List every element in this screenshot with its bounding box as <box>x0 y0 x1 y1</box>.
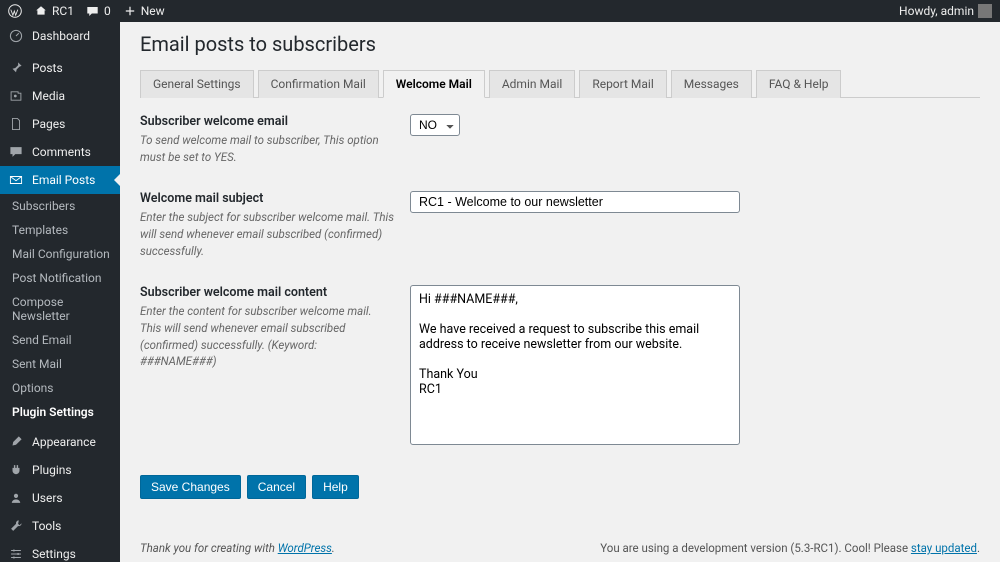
sidebar-item-dashboard[interactable]: Dashboard <box>0 22 120 50</box>
media-icon <box>8 88 24 104</box>
tab-faq[interactable]: FAQ & Help <box>756 70 842 98</box>
sidebar-item-posts[interactable]: Posts <box>0 54 120 82</box>
sidebar-item-appearance[interactable]: Appearance <box>0 428 120 456</box>
sliders-icon <box>8 546 24 562</box>
sidebar-sub-options[interactable]: Options <box>0 376 120 400</box>
footer: Thank you for creating with WordPress. Y… <box>140 529 980 562</box>
dashboard-icon <box>8 28 24 44</box>
sidebar-item-label: Settings <box>32 547 76 561</box>
sidebar-sub-compose[interactable]: Compose Newsletter <box>0 290 120 328</box>
sidebar-sub-templates[interactable]: Templates <box>0 218 120 242</box>
sidebar-item-label: Users <box>32 491 63 505</box>
welcome-enable-select[interactable]: NO <box>410 114 460 136</box>
help-button[interactable]: Help <box>312 475 359 499</box>
sidebar-item-plugins[interactable]: Plugins <box>0 456 120 484</box>
comments-count-label: 0 <box>104 4 111 18</box>
admin-bar: RC1 0 New Howdy, admin <box>0 0 1000 22</box>
new-content[interactable]: New <box>123 4 165 18</box>
new-content-label: New <box>141 4 165 18</box>
sidebar-sub-postnotif[interactable]: Post Notification <box>0 266 120 290</box>
avatar <box>978 4 992 18</box>
content-help: Enter the content for subscriber welcome… <box>140 303 394 370</box>
sidebar-item-label: Posts <box>32 61 63 75</box>
save-button[interactable]: Save Changes <box>140 475 241 499</box>
page-icon <box>8 116 24 132</box>
wordpress-link[interactable]: WordPress <box>278 541 332 555</box>
sidebar-item-settings[interactable]: Settings <box>0 540 120 562</box>
stay-updated-link[interactable]: stay updated <box>911 541 977 555</box>
sidebar-sub-sentmail[interactable]: Sent Mail <box>0 352 120 376</box>
welcome-enable-label: Subscriber welcome email <box>140 114 394 129</box>
content-textarea[interactable]: Hi ###NAME###, We have received a reques… <box>410 285 740 445</box>
sidebar-item-pages[interactable]: Pages <box>0 110 120 138</box>
page-title: Email posts to subscribers <box>140 32 980 56</box>
sidebar-item-label: Appearance <box>32 435 96 449</box>
cancel-button[interactable]: Cancel <box>247 475 306 499</box>
sidebar-item-label: Plugins <box>32 463 72 477</box>
footer-thanks: Thank you for creating with WordPress. <box>140 541 335 555</box>
plug-icon <box>8 462 24 478</box>
subject-input[interactable] <box>410 191 740 213</box>
pin-icon <box>8 60 24 76</box>
subject-help: Enter the subject for subscriber welcome… <box>140 209 394 259</box>
tab-report[interactable]: Report Mail <box>579 70 666 98</box>
sidebar-item-tools[interactable]: Tools <box>0 512 120 540</box>
wordpress-icon <box>8 4 22 18</box>
tab-general[interactable]: General Settings <box>140 70 254 98</box>
sidebar-item-label: Email Posts <box>32 173 95 187</box>
tab-admin[interactable]: Admin Mail <box>489 70 575 98</box>
user-icon <box>8 490 24 506</box>
tabs: General Settings Confirmation Mail Welco… <box>140 70 980 98</box>
user-greeting-label: Howdy, admin <box>899 4 974 18</box>
footer-version: You are using a development version (5.3… <box>600 541 980 555</box>
content-label: Subscriber welcome mail content <box>140 285 394 300</box>
sidebar-sub-subscribers[interactable]: Subscribers <box>0 194 120 218</box>
welcome-enable-help: To send welcome mail to subscriber, This… <box>140 132 394 165</box>
sidebar-item-media[interactable]: Media <box>0 82 120 110</box>
tab-welcome[interactable]: Welcome Mail <box>383 70 485 98</box>
wrench-icon <box>8 518 24 534</box>
sidebar-item-label: Tools <box>32 519 61 533</box>
sidebar-item-label: Dashboard <box>32 29 90 43</box>
sidebar-item-emailposts[interactable]: Email Posts <box>0 166 120 194</box>
comment-icon <box>8 144 24 160</box>
comment-icon <box>86 4 100 18</box>
site-name[interactable]: RC1 <box>34 4 74 18</box>
wp-logo[interactable] <box>8 4 22 18</box>
subject-label: Welcome mail subject <box>140 191 394 206</box>
comments-count[interactable]: 0 <box>86 4 111 18</box>
sidebar-item-label: Comments <box>32 145 91 159</box>
envelope-icon <box>8 172 24 188</box>
tab-confirmation[interactable]: Confirmation Mail <box>258 70 379 98</box>
admin-sidebar: Dashboard Posts Media Pages Comments Ema… <box>0 22 120 562</box>
sidebar-item-label: Media <box>32 89 65 103</box>
main-content: Email posts to subscribers General Setti… <box>120 22 1000 562</box>
sidebar-sub-sendemail[interactable]: Send Email <box>0 328 120 352</box>
home-icon <box>34 4 48 18</box>
site-name-label: RC1 <box>52 4 74 18</box>
user-greeting[interactable]: Howdy, admin <box>899 4 992 18</box>
tab-messages[interactable]: Messages <box>671 70 752 98</box>
sidebar-item-comments[interactable]: Comments <box>0 138 120 166</box>
sidebar-sub-mailconfig[interactable]: Mail Configuration <box>0 242 120 266</box>
brush-icon <box>8 434 24 450</box>
plus-icon <box>123 4 137 18</box>
sidebar-item-users[interactable]: Users <box>0 484 120 512</box>
sidebar-item-label: Pages <box>32 117 65 131</box>
sidebar-sub-pluginsettings[interactable]: Plugin Settings <box>0 400 120 424</box>
